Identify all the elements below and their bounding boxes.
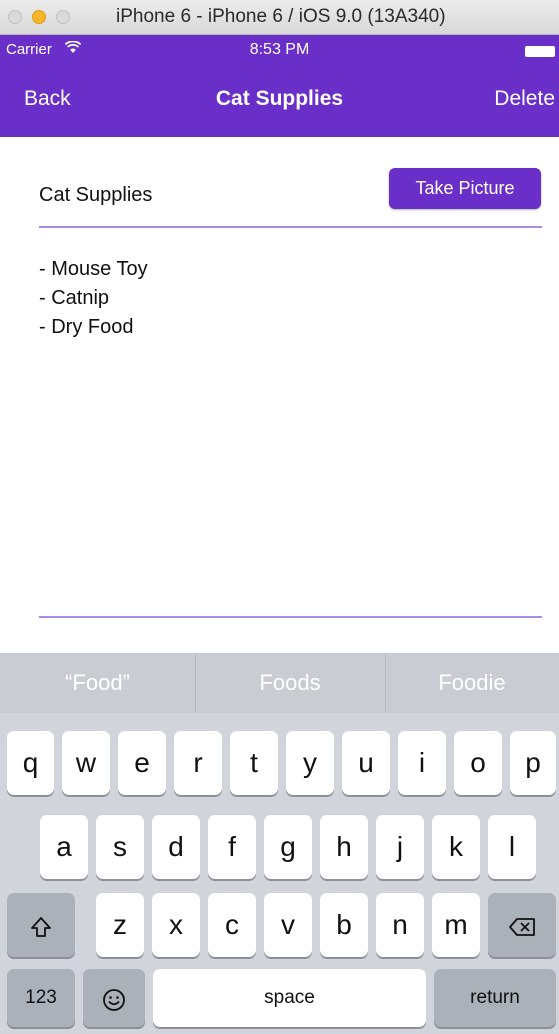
suggestion-item[interactable]: Foods: [195, 653, 385, 713]
note-line: - Catnip: [39, 287, 110, 309]
simulator-title-bar: iPhone 6 - iPhone 6 / iOS 9.0 (13A340): [0, 0, 559, 35]
key-k[interactable]: k: [432, 815, 480, 879]
notes-divider: [39, 616, 542, 618]
key-t[interactable]: t: [230, 731, 278, 795]
backspace-icon: [509, 917, 535, 936]
key-u[interactable]: u: [342, 731, 390, 795]
key-v[interactable]: v: [264, 893, 312, 957]
key-s[interactable]: s: [96, 815, 144, 879]
emoji-icon: [103, 988, 125, 1011]
status-time: 8:53 PM: [249, 41, 310, 58]
key-b[interactable]: b: [320, 893, 368, 957]
key-y[interactable]: y: [286, 731, 334, 795]
key-d[interactable]: d: [152, 815, 200, 879]
title-divider: [39, 226, 542, 228]
shift-icon: [31, 916, 51, 937]
battery-icon: [525, 46, 555, 57]
key-n[interactable]: n: [376, 893, 424, 957]
key-p[interactable]: p: [510, 731, 556, 795]
key-g[interactable]: g: [264, 815, 312, 879]
minimize-window-button[interactable]: [32, 10, 46, 24]
key-m[interactable]: m: [432, 893, 480, 957]
key-j[interactable]: j: [376, 815, 424, 879]
key-h[interactable]: h: [320, 815, 368, 879]
app-window: iPhone 6 - iPhone 6 / iOS 9.0 (13A340) C…: [0, 0, 559, 1034]
suggestion-bar: “Food” Foods Foodie: [0, 653, 559, 713]
numbers-key[interactable]: 123: [7, 969, 75, 1027]
key-i[interactable]: i: [398, 731, 446, 795]
space-key[interactable]: space: [153, 969, 426, 1027]
key-w[interactable]: w: [62, 731, 110, 795]
key-q[interactable]: q: [7, 731, 54, 795]
backspace-key[interactable]: [488, 893, 556, 957]
emoji-key[interactable]: [83, 969, 145, 1027]
suggestion-item[interactable]: “Food”: [0, 653, 195, 713]
key-c[interactable]: c: [208, 893, 256, 957]
key-e[interactable]: e: [118, 731, 166, 795]
status-bar: Carrier 8:53 PM: [0, 35, 559, 65]
keyboard: “Food” Foods Foodie q w e r t y u i o p …: [0, 653, 559, 1034]
page-title: Cat Supplies: [215, 87, 344, 110]
return-key[interactable]: return: [434, 969, 556, 1027]
key-l[interactable]: l: [488, 815, 536, 879]
key-o[interactable]: o: [454, 731, 502, 795]
title-field[interactable]: Cat Supplies: [39, 184, 369, 207]
key-z[interactable]: z: [96, 893, 144, 957]
note-line: - Dry Food: [39, 316, 134, 338]
take-picture-button[interactable]: Take Picture: [389, 168, 541, 209]
suggestion-item[interactable]: Foodie: [385, 653, 559, 713]
note-line: - Mouse Toy: [39, 258, 148, 280]
zoom-window-button[interactable]: [56, 10, 70, 24]
navigation-bar: Back Cat Supplies Delete: [0, 65, 559, 137]
simulator-title: iPhone 6 - iPhone 6 / iOS 9.0 (13A340): [116, 6, 446, 27]
key-f[interactable]: f: [208, 815, 256, 879]
key-r[interactable]: r: [174, 731, 222, 795]
delete-button[interactable]: Delete: [494, 87, 555, 111]
shift-key[interactable]: [7, 893, 75, 957]
close-window-button[interactable]: [8, 10, 22, 24]
notes-editor[interactable]: - Mouse Toy - Catnip - Dry Food: [39, 255, 539, 342]
key-x[interactable]: x: [152, 893, 200, 957]
key-a[interactable]: a: [40, 815, 88, 879]
